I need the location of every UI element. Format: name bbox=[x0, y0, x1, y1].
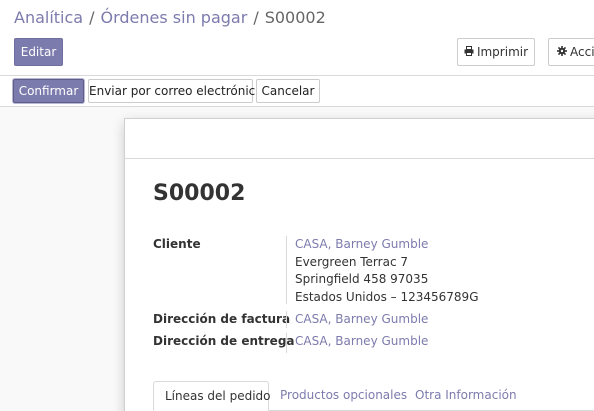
action-button[interactable]: Acción bbox=[548, 38, 594, 66]
confirm-button[interactable]: Confirmar bbox=[13, 79, 84, 103]
field-divider bbox=[286, 311, 287, 328]
tab-optional-products[interactable]: Productos opcionales bbox=[269, 381, 418, 411]
field-divider bbox=[286, 236, 287, 304]
breadcrumb-analytics-link[interactable]: Analítica bbox=[14, 8, 83, 27]
print-button[interactable]: Imprimir bbox=[457, 38, 535, 66]
statusbar: Confirmar Enviar por correo electrónico … bbox=[0, 76, 594, 107]
control-panel: Analítica / Órdenes sin pagar / S00002 Edita… bbox=[0, 0, 594, 76]
print-button-label: Imprimir bbox=[476, 45, 529, 59]
customer-label: Cliente bbox=[153, 237, 201, 251]
document-title: S00002 bbox=[153, 181, 246, 206]
invoice-address-label: Dirección de factura bbox=[153, 312, 291, 326]
invoice-address-link[interactable]: CASA, Barney Gumble bbox=[295, 311, 428, 327]
gear-icon bbox=[557, 41, 567, 65]
delivery-address-link[interactable]: CASA, Barney Gumble bbox=[295, 333, 428, 349]
send-email-button[interactable]: Enviar por correo electrónico bbox=[88, 79, 263, 103]
tab-other-info[interactable]: Otra Información bbox=[404, 381, 528, 411]
breadcrumb-unpaid-orders-link[interactable]: Órdenes sin pagar bbox=[101, 8, 248, 27]
breadcrumb: Analítica / Órdenes sin pagar / S00002 bbox=[14, 8, 326, 28]
customer-address-line: Evergreen Terrac 7 bbox=[295, 255, 408, 269]
form-tabs: Líneas del pedido Productos opcionales O… bbox=[153, 381, 594, 411]
customer-address-line: Springfield 458 97035 bbox=[295, 272, 429, 286]
customer-address-line: Estados Unidos – 123456789G bbox=[295, 290, 479, 304]
customer-link[interactable]: CASA, Barney Gumble bbox=[295, 236, 428, 252]
cancel-button[interactable]: Cancelar bbox=[256, 79, 320, 103]
breadcrumb-separator: / bbox=[253, 8, 259, 27]
delivery-address-label: Dirección de entrega bbox=[153, 334, 295, 348]
sheet-header bbox=[125, 119, 594, 159]
breadcrumb-current: S00002 bbox=[264, 8, 326, 27]
action-button-label: Acción bbox=[570, 45, 594, 59]
breadcrumb-separator: / bbox=[89, 8, 95, 27]
tab-order-lines[interactable]: Líneas del pedido bbox=[153, 381, 271, 411]
field-divider bbox=[286, 333, 287, 353]
print-icon bbox=[464, 41, 474, 65]
edit-button[interactable]: Editar bbox=[14, 38, 63, 66]
